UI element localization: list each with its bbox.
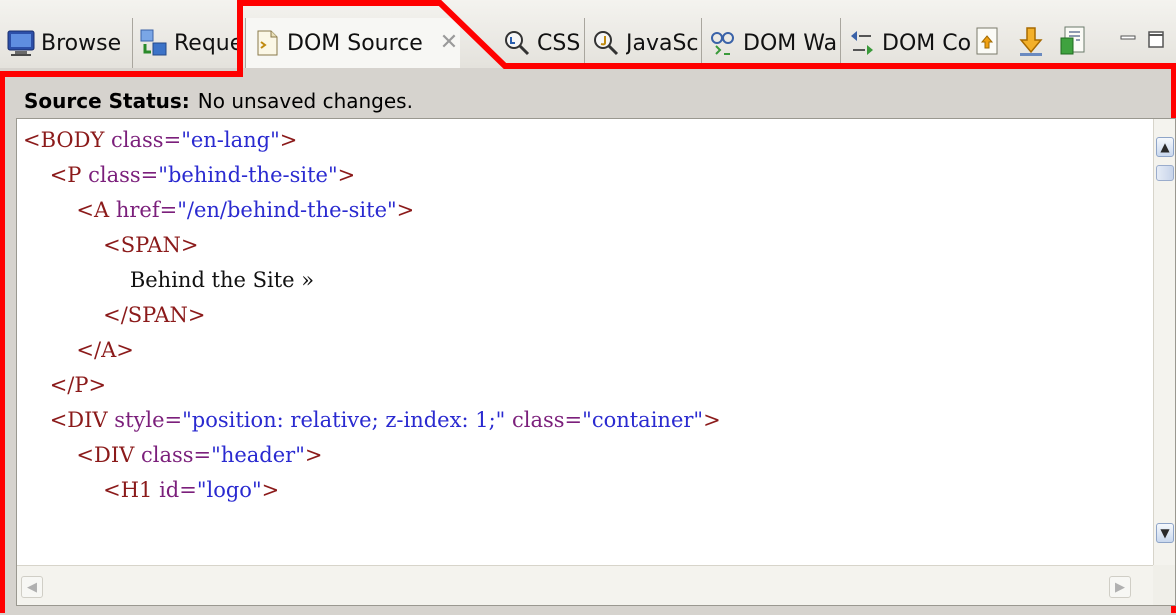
source-line: </P>	[23, 368, 1149, 403]
source-token-tag: <DIV	[76, 443, 135, 467]
tab-request[interactable]: Reque	[133, 18, 246, 68]
source-token-attr: id=	[159, 478, 197, 502]
download-arrow-icon[interactable]	[1014, 24, 1048, 58]
tab-label: DOM Source	[287, 30, 422, 56]
source-token-attr: class=	[111, 128, 182, 152]
source-token-val: "/en/behind-the-site"	[177, 198, 397, 222]
source-token-tag: <SPAN>	[103, 233, 199, 257]
close-icon[interactable]: ✕	[438, 32, 460, 54]
scroll-right-button[interactable]: ▶	[1109, 576, 1131, 598]
css-search-icon	[505, 31, 530, 56]
vertical-scrollbar[interactable]: ▲ ▼	[1153, 119, 1175, 565]
source-indent	[23, 163, 50, 187]
source-token-val: "header"	[211, 443, 305, 467]
tab-label: DOM Co	[882, 30, 971, 56]
scroll-thumb[interactable]	[1156, 165, 1174, 181]
tab-dom-compare[interactable]: DOM Co	[841, 18, 971, 68]
source-indent	[23, 268, 130, 292]
tab-javascript[interactable]: JavaSc	[585, 18, 702, 68]
monitor-icon	[7, 30, 35, 56]
source-token-val: "position: relative; z-index: 1;"	[182, 408, 506, 432]
scroll-up-button[interactable]: ▲	[1156, 137, 1174, 157]
source-line: <SPAN>	[23, 228, 1149, 263]
source-status-label: Source Status:	[24, 89, 190, 113]
dom-watch-icon	[711, 32, 734, 55]
source-token-tag: <P	[49, 163, 82, 187]
minimize-icon[interactable]	[1118, 28, 1138, 50]
source-line: <DIV style="position: relative; z-index:…	[23, 403, 1149, 438]
source-line: <H1 id="logo">	[23, 473, 1149, 508]
view-tab-bar: Browse Reque DOM Source ✕ CSS JavaSc DOM…	[0, 0, 1176, 68]
source-token-attr: class=	[141, 443, 212, 467]
tab-dom-source[interactable]: DOM Source ✕	[246, 18, 460, 68]
source-token-tag: <H1	[103, 478, 153, 502]
tab-dom-watch[interactable]: DOM Wa	[702, 18, 841, 68]
source-line: <BODY class="en-lang">	[23, 123, 1149, 158]
source-token-txt	[505, 408, 512, 432]
source-token-txt	[134, 443, 141, 467]
source-token-tag: <DIV	[49, 408, 108, 432]
source-line: <P class="behind-the-site">	[23, 158, 1149, 193]
source-token-val: "container"	[582, 408, 704, 432]
source-token-tag: <A	[76, 198, 110, 222]
page-icon	[257, 30, 278, 56]
source-token-val: "behind-the-site"	[158, 163, 338, 187]
tab-browser[interactable]: Browse	[0, 18, 133, 68]
tab-label: CSS	[537, 30, 581, 56]
source-line: Behind the Site »	[23, 263, 1149, 298]
horizontal-scrollbar[interactable]: ◀ ▶	[17, 565, 1153, 605]
source-code[interactable]: <BODY class="en-lang"> <P class="behind-…	[23, 123, 1149, 508]
dom-source-editor[interactable]: <BODY class="en-lang"> <P class="behind-…	[16, 118, 1176, 606]
source-token-txt: Behind the Site »	[129, 268, 315, 292]
source-token-tag: </P>	[49, 373, 107, 397]
source-token-tag: >	[337, 163, 356, 187]
source-status-line: Source Status: No unsaved changes.	[24, 86, 413, 116]
source-indent	[23, 478, 103, 502]
scroll-left-button[interactable]: ◀	[21, 576, 43, 598]
source-token-val: "logo"	[196, 478, 262, 502]
scroll-down-button[interactable]: ▼	[1156, 523, 1174, 543]
source-token-tag: >	[279, 128, 298, 152]
source-token-txt	[109, 198, 116, 222]
dom-compare-icon	[851, 31, 873, 55]
tab-label: Reque	[174, 30, 244, 56]
tab-label: JavaSc	[626, 30, 699, 56]
view-menu-icon[interactable]	[970, 24, 1004, 58]
maximize-icon[interactable]	[1146, 28, 1166, 50]
source-token-tag: >	[304, 443, 323, 467]
export-icon[interactable]	[1056, 24, 1090, 58]
source-indent	[23, 303, 103, 327]
source-token-tag: </SPAN>	[103, 303, 206, 327]
tab-css[interactable]: CSS	[496, 18, 585, 68]
tab-label: DOM Wa	[743, 30, 838, 56]
source-line: <A href="/en/behind-the-site">	[23, 193, 1149, 228]
request-icon	[140, 29, 167, 56]
source-token-attr: href=	[115, 198, 178, 222]
source-line: <DIV class="header">	[23, 438, 1149, 473]
source-status-text: No unsaved changes.	[197, 89, 413, 113]
javascript-search-icon	[594, 31, 619, 56]
tab-label: Browse	[41, 30, 122, 56]
source-token-tag: >	[703, 408, 721, 432]
source-token-tag: <BODY	[23, 128, 105, 152]
source-token-val: "en-lang"	[181, 128, 280, 152]
source-token-tag: >	[261, 478, 280, 502]
source-indent	[23, 443, 76, 467]
source-line: </A>	[23, 333, 1149, 368]
scrollbar-corner	[1153, 565, 1175, 605]
source-token-attr: class=	[88, 163, 159, 187]
source-token-attr: class=	[512, 408, 583, 432]
source-indent	[23, 198, 76, 222]
source-token-tag: >	[396, 198, 415, 222]
source-token-tag: </A>	[76, 338, 134, 362]
source-line: </SPAN>	[23, 298, 1149, 333]
source-indent	[23, 408, 50, 432]
source-indent	[23, 233, 103, 257]
source-indent	[23, 338, 76, 362]
source-token-attr: style=	[114, 408, 183, 432]
source-indent	[23, 373, 50, 397]
